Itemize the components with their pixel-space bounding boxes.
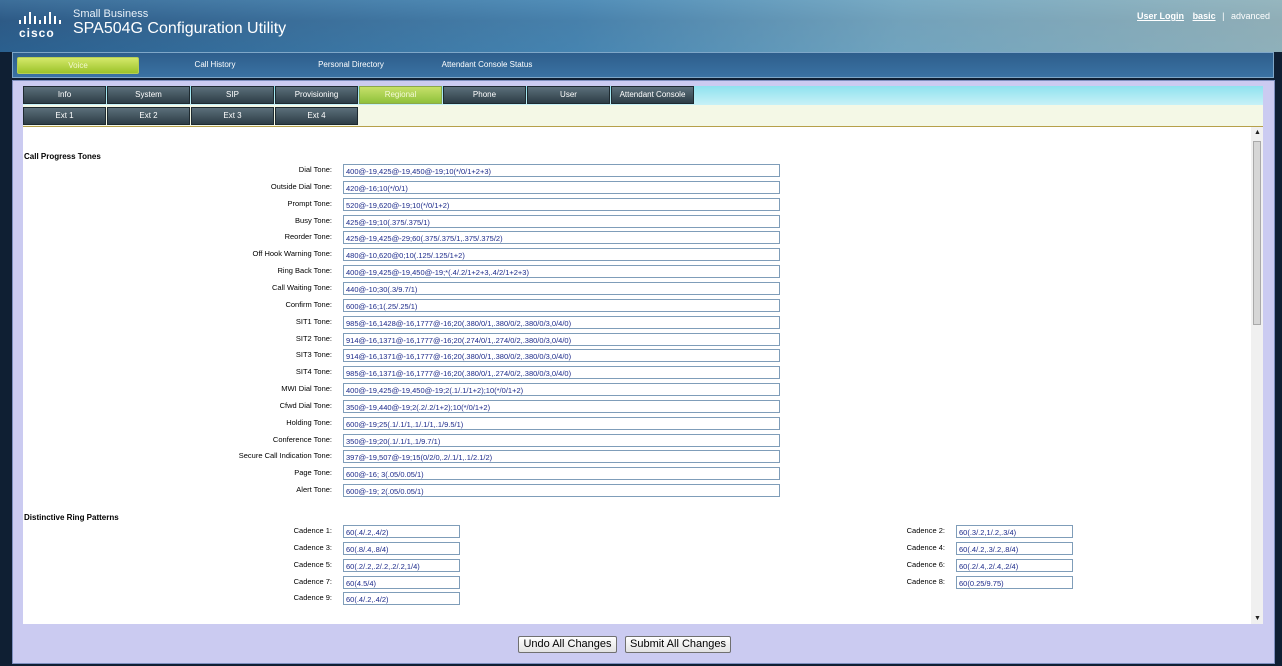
tab-sip[interactable]: SIP (191, 86, 274, 104)
tone-input-ring-back-tone[interactable]: 400@-19,425@-19,450@-19;*(.4/.2/1+2+3,.4… (343, 265, 780, 279)
nav-call-history[interactable]: Call History (163, 57, 267, 72)
tone-label-page-tone: Page Tone: (294, 468, 332, 478)
header-banner: cisco Small Business SPA504G Configurati… (0, 0, 1282, 52)
tone-label-mwi-dial-tone: MWI Dial Tone: (281, 384, 332, 394)
tone-label-reorder-tone: Reorder Tone: (284, 232, 332, 242)
tone-label-busy-tone: Busy Tone: (295, 215, 332, 225)
tone-input-mwi-dial-tone[interactable]: 400@-19,425@-19,450@-19;2(.1/.1/1+2);10(… (343, 383, 780, 397)
cadence-input-cadence-5[interactable]: 60(.2/.2,.2/.2,.2/.2,1/4) (343, 558, 460, 572)
cadence-input-cadence-8[interactable]: 60(0.25/9.75) (956, 575, 1073, 589)
tone-input-page-tone[interactable]: 600@-16; 3(.05/0.05/1) (343, 467, 780, 481)
tone-input-call-waiting-tone[interactable]: 440@-10;30(.3/9.7/1) (343, 281, 780, 295)
tone-label-sit3-tone: SIT3 Tone: (295, 350, 332, 360)
cadence-label-cadence-1: Cadence 1: (293, 526, 332, 535)
cadence-label-cadence-5: Cadence 5: (293, 559, 332, 569)
vertical-scrollbar[interactable]: ▲ ▼ (1251, 127, 1263, 624)
settings-tabs: Info System SIP Provisioning Regional Ph… (23, 86, 1263, 105)
action-bar: Undo All Changes Submit All Changes (13, 635, 1274, 657)
tone-input-sit3-tone[interactable]: 914@-16,1371@-16,1777@-16;20(.380/0/1,.3… (343, 349, 780, 363)
cadence-input-cadence-7[interactable]: 60(4.5/4) (343, 575, 460, 589)
tone-input-outside-dial-tone[interactable]: 420@-16;10(*/0/1) (343, 180, 780, 194)
tone-label-conference-tone: Conference Tone: (272, 434, 332, 444)
cadence-label-cadence-2: Cadence 2: (906, 526, 945, 535)
cadence-input-cadence-3[interactable]: 60(.8/.4,.8/4) (343, 541, 460, 555)
tone-label-outside-dial-tone: Outside Dial Tone: (270, 181, 332, 191)
tone-input-prompt-tone[interactable]: 520@-19,620@-19;10(*/0/1+2) (343, 197, 780, 211)
content-frame: Info System SIP Provisioning Regional Ph… (12, 80, 1275, 664)
tone-input-sit1-tone[interactable]: 985@-16,1428@-16,1777@-16;20(.380/0/1,.3… (343, 315, 780, 329)
tab-phone[interactable]: Phone (443, 86, 526, 104)
app-title: SPA504G Configuration Utility (73, 20, 287, 37)
scroll-down-icon[interactable]: ▼ (1254, 615, 1261, 622)
cisco-logo-text: cisco (19, 26, 55, 40)
cadence-input-cadence-9[interactable]: 60(.4/.2,.4/2) (343, 592, 460, 606)
tone-label-prompt-tone: Prompt Tone: (287, 198, 332, 208)
tab-ext-3[interactable]: Ext 3 (191, 107, 274, 125)
extension-tabs: Ext 1 Ext 2 Ext 3 Ext 4 (23, 105, 1263, 127)
tone-label-ring-back-tone: Ring Back Tone: (277, 266, 332, 276)
link-separator: | (1222, 11, 1225, 21)
tone-input-confirm-tone[interactable]: 600@-16;1(.25/.25/1) (343, 298, 780, 312)
top-links: User Login basic | advanced (1137, 11, 1270, 21)
tone-input-alert-tone[interactable]: 600@-19; 2(.05/0.05/1) (343, 484, 780, 498)
tone-input-reorder-tone[interactable]: 425@-19,425@-29;60(.375/.375/1,.375/.375… (343, 231, 780, 245)
tone-input-sit4-tone[interactable]: 985@-16,1371@-16,1777@-16;20(.380/0/1,.2… (343, 366, 780, 380)
tab-system[interactable]: System (107, 86, 190, 104)
cadence-label-cadence-8: Cadence 8: (906, 576, 945, 586)
section-title-call-progress-tones: Call Progress Tones (24, 152, 101, 161)
cadence-label-cadence-6: Cadence 6: (906, 559, 945, 569)
tone-label-confirm-tone: Confirm Tone: (285, 299, 332, 309)
user-login-link[interactable]: User Login (1137, 11, 1184, 21)
tab-attendant-console[interactable]: Attendant Console (611, 86, 694, 104)
tone-label-sit1-tone: SIT1 Tone: (295, 316, 332, 326)
advanced-link[interactable]: advanced (1231, 11, 1270, 21)
nav-attendant-console-status[interactable]: Attendant Console Status (427, 57, 547, 72)
cisco-logo-icon (19, 10, 67, 24)
tone-label-holding-tone: Holding Tone: (286, 417, 332, 427)
tab-info[interactable]: Info (23, 86, 106, 104)
tone-label-sit2-tone: SIT2 Tone: (295, 333, 332, 343)
cadence-label-cadence-9: Cadence 9: (293, 593, 332, 603)
tone-input-busy-tone[interactable]: 425@-19;10(.375/.375/1) (343, 214, 780, 228)
cadence-input-cadence-6[interactable]: 60(.2/.4,.2/.4,.2/4) (956, 558, 1073, 572)
tab-provisioning[interactable]: Provisioning (275, 86, 358, 104)
cadence-input-cadence-4[interactable]: 60(.4/.2,.3/.2,.8/4) (956, 541, 1073, 555)
tone-label-cfwd-dial-tone: Cfwd Dial Tone: (279, 400, 332, 410)
tab-regional[interactable]: Regional (359, 86, 442, 104)
basic-link[interactable]: basic (1193, 11, 1216, 21)
tone-input-secure-call-indication-tone[interactable]: 397@-19,507@-19;15(0/2/0,.2/.1/1,.1/2.1/… (343, 450, 780, 464)
tone-label-sit4-tone: SIT4 Tone: (295, 367, 332, 377)
cadence-label-cadence-3: Cadence 3: (293, 542, 332, 552)
tone-label-off-hook-warning-tone: Off Hook Warning Tone: (252, 249, 333, 259)
tab-ext-4[interactable]: Ext 4 (275, 107, 358, 125)
scrollbar-thumb[interactable] (1253, 141, 1261, 325)
cadence-label-cadence-7: Cadence 7: (293, 576, 332, 586)
settings-panel: Call Progress Tones Dial Tone: 400@-19,42… (23, 127, 1263, 624)
cadence-input-cadence-1[interactable]: 60(.4/.2,.4/2) (343, 525, 460, 538)
nav-voice[interactable]: Voice (17, 57, 139, 74)
tone-label-dial-tone: Dial Tone: (298, 165, 332, 174)
section-title-distinctive-ring-patterns: Distinctive Ring Patterns (24, 513, 119, 522)
tone-input-conference-tone[interactable]: 350@-19;20(.1/.1/1,.1/9.7/1) (343, 433, 780, 447)
brand-subtitle: Small Business (73, 8, 149, 20)
tab-ext-1[interactable]: Ext 1 (23, 107, 106, 125)
cadence-input-cadence-2[interactable]: 60(.3/.2,1/.2,.3/4) (956, 525, 1073, 538)
scroll-up-icon[interactable]: ▲ (1254, 129, 1261, 136)
nav-personal-directory[interactable]: Personal Directory (299, 57, 403, 72)
submit-all-changes-button[interactable]: Submit All Changes (625, 636, 731, 653)
tone-input-off-hook-warning-tone[interactable]: 480@-10,620@0;10(.125/.125/1+2) (343, 248, 780, 262)
tone-label-call-waiting-tone: Call Waiting Tone: (271, 282, 332, 292)
tab-user[interactable]: User (527, 86, 610, 104)
undo-all-changes-button[interactable]: Undo All Changes (518, 636, 617, 653)
tone-label-secure-call-indication-tone: Secure Call Indication Tone: (238, 451, 332, 461)
tab-ext-2[interactable]: Ext 2 (107, 107, 190, 125)
tone-input-sit2-tone[interactable]: 914@-16,1371@-16,1777@-16;20(.274/0/1,.2… (343, 332, 780, 346)
tone-input-dial-tone[interactable]: 400@-19,425@-19,450@-19;10(*/0/1+2+3) (343, 164, 780, 177)
tone-input-cfwd-dial-tone[interactable]: 350@-19,440@-19;2(.2/.2/1+2);10(*/0/1+2) (343, 399, 780, 413)
cadence-label-cadence-4: Cadence 4: (906, 542, 945, 552)
tone-input-holding-tone[interactable]: 600@-19;25(.1/.1/1,.1/.1/1,.1/9.5/1) (343, 416, 780, 430)
main-nav: Voice Call History Personal Directory At… (12, 52, 1274, 78)
tone-label-alert-tone: Alert Tone: (296, 485, 332, 495)
